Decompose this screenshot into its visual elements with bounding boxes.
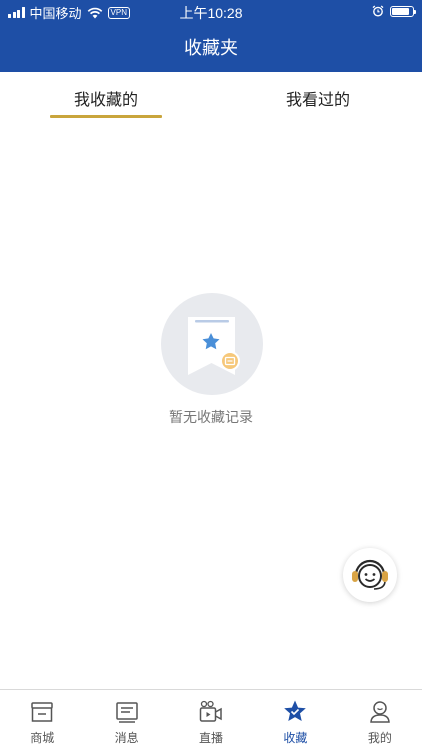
profile-icon bbox=[370, 701, 390, 723]
tabbar-item-favorites[interactable]: 收藏 bbox=[253, 690, 337, 750]
page-title: 收藏夹 bbox=[184, 38, 238, 58]
tab-history[interactable]: 我看过的 bbox=[262, 86, 374, 110]
favorites-empty-icon bbox=[161, 293, 263, 395]
customer-service-icon bbox=[352, 559, 388, 590]
tabbar-label: 我的 bbox=[367, 731, 392, 745]
battery-icon bbox=[390, 5, 416, 17]
tabbar-item-live[interactable]: 直播 bbox=[169, 690, 253, 750]
tabbar-label: 商城 bbox=[30, 731, 55, 745]
live-icon bbox=[199, 700, 222, 722]
status-bar: 中国移动 VPN 上午10:28 bbox=[0, 0, 422, 24]
tabbar-label: 收藏 bbox=[283, 731, 308, 745]
tabbar-item-store[interactable]: 商城 bbox=[0, 690, 84, 750]
message-icon bbox=[115, 702, 138, 723]
tabbar-item-profile[interactable]: 我的 bbox=[338, 690, 422, 750]
star-icon bbox=[284, 700, 307, 721]
tabbar-label: 消息 bbox=[114, 731, 139, 745]
alarm-icon bbox=[372, 5, 384, 17]
bottom-tab-bar: 商城 消息 直播 收藏 我的 bbox=[0, 689, 422, 750]
app-header: 中国移动 VPN 上午10:28 收藏夹 bbox=[0, 0, 422, 72]
favorites-tabs: 我收藏的 我看过的 bbox=[0, 72, 422, 120]
empty-state-text: 暂无收藏记录 bbox=[169, 409, 253, 425]
customer-service-button[interactable] bbox=[343, 548, 397, 602]
store-icon bbox=[31, 702, 53, 722]
tabbar-item-messages[interactable]: 消息 bbox=[84, 690, 168, 750]
tabbar-label: 直播 bbox=[199, 731, 224, 745]
status-time: 上午10:28 bbox=[179, 5, 243, 21]
active-tab-indicator bbox=[50, 115, 162, 118]
tab-my-favorites[interactable]: 我收藏的 bbox=[50, 86, 162, 110]
